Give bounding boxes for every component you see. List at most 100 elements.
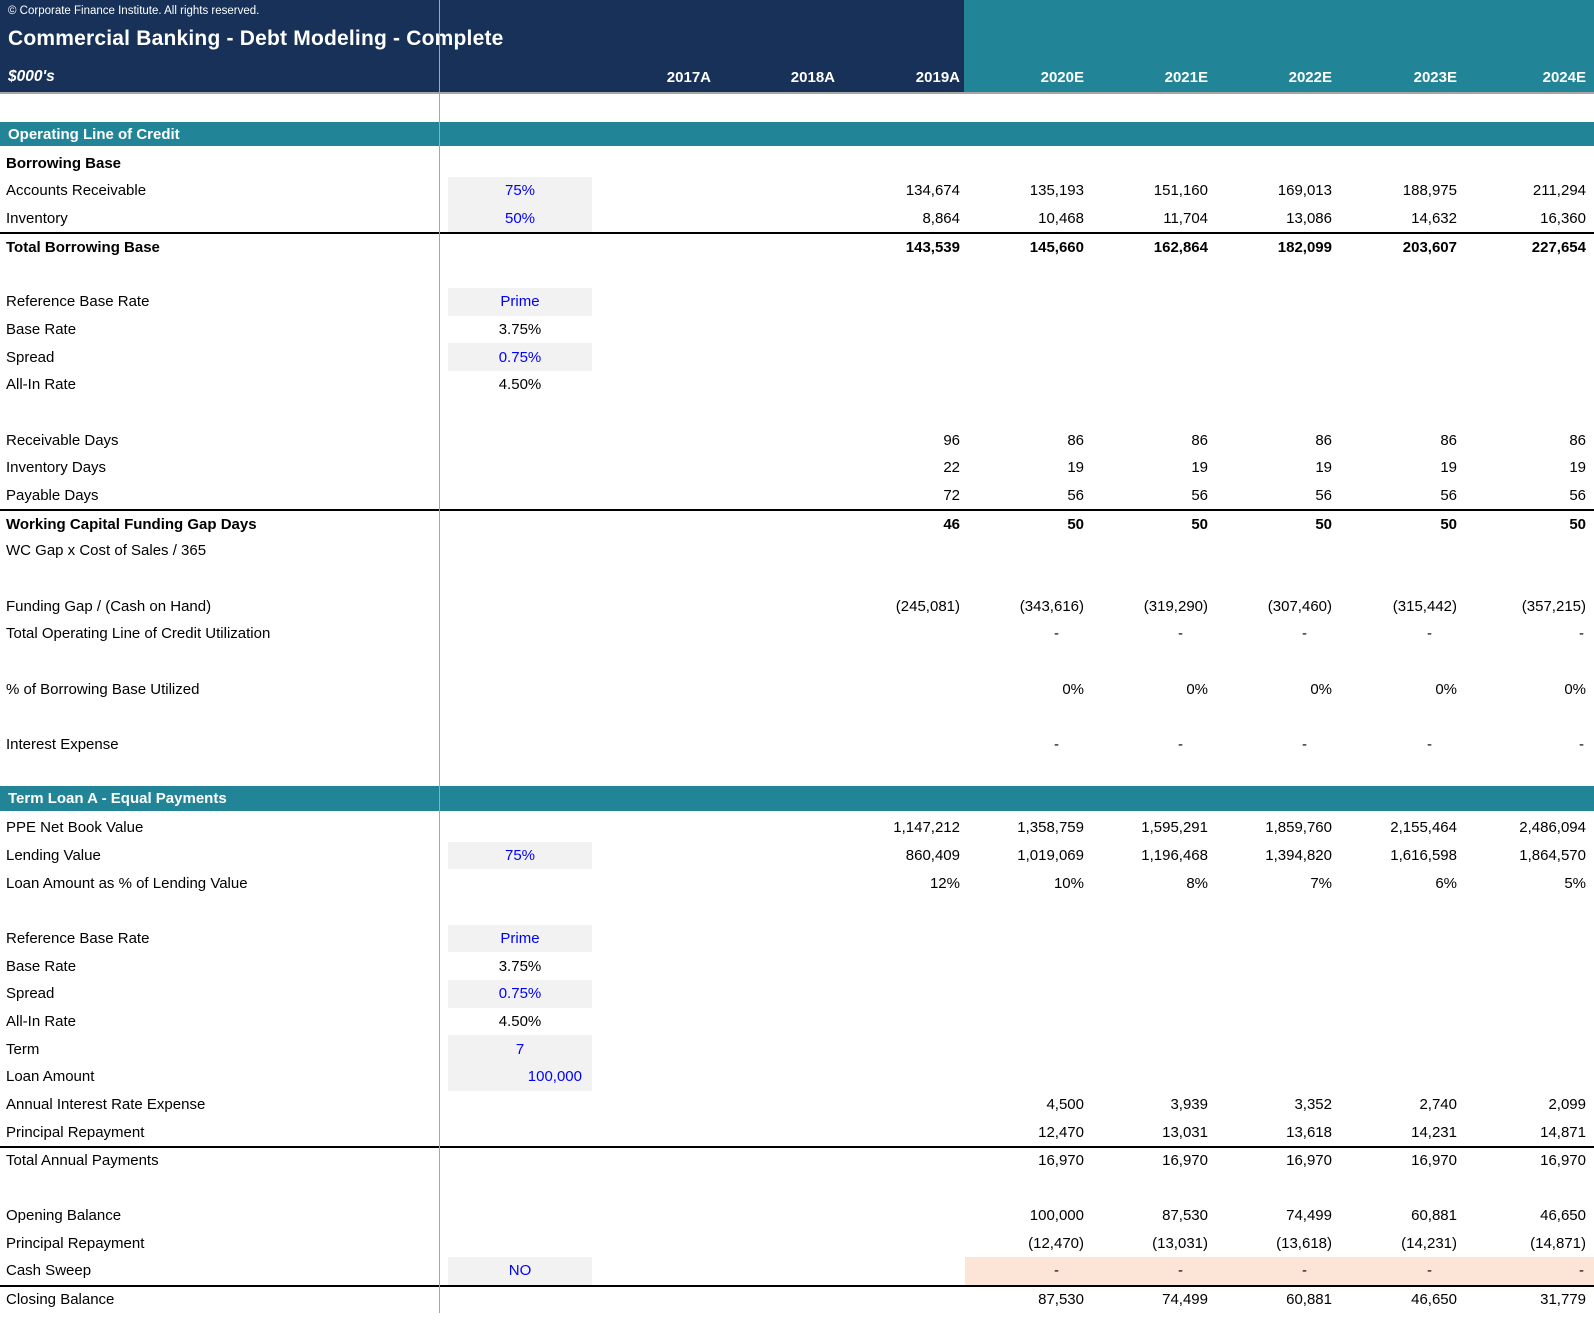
cell-spread-tla-2017A [592, 980, 716, 1008]
cell-loan-amount-2024E [1462, 1063, 1594, 1091]
cell-accounts-receivable-2024E: 211,294 [1462, 177, 1594, 205]
cell-wc-gap-x-cost-2018A [716, 537, 840, 565]
input-value-inventory[interactable]: 50% [448, 205, 592, 233]
cell-spread-tla-2024E [1462, 980, 1594, 1008]
cell-spacer-6-2021E [1089, 759, 1213, 787]
cell-spacer-5-2017A [592, 703, 716, 731]
cell-spacer-8-2022E [1213, 1174, 1337, 1202]
cell-spacer-5-2020E [965, 703, 1089, 731]
cell-pct-borrowing-base-utilized-2023E: 0% [1337, 675, 1462, 703]
label-all-in-rate-tla: All-In Rate [0, 1013, 440, 1030]
label-cash-sweep: Cash Sweep [0, 1262, 440, 1279]
input-cell-inventory: 50% [440, 205, 592, 233]
cell-spacer-top-2024E [1462, 94, 1594, 122]
cell-base-rate-tla-2018A [716, 952, 840, 980]
cell-inventory-days-2020E: 19 [965, 454, 1089, 482]
cell-spacer-5-2023E [1337, 703, 1462, 731]
row-spacer-7 [0, 897, 1594, 925]
input-cell-total-loc-utilization [440, 620, 592, 648]
label-column-divider [439, 0, 440, 1313]
cell-reference-base-rate-tla-2020E [965, 925, 1089, 953]
input-value-reference-base-rate-tla[interactable]: Prime [448, 925, 592, 953]
cell-base-rate-loc-2019A [840, 316, 965, 344]
label-total-annual-payments: Total Annual Payments [0, 1152, 440, 1169]
label-total-borrowing-base: Total Borrowing Base [0, 239, 440, 256]
cell-funding-gap-2017A [592, 592, 716, 620]
cell-spread-loc-2024E [1462, 343, 1594, 371]
input-value-accounts-receivable[interactable]: 75% [448, 177, 592, 205]
input-value-cash-sweep[interactable]: NO [448, 1257, 592, 1285]
input-value-lending-value[interactable]: 75% [448, 842, 592, 870]
row-interest-expense: Interest Expense----- [0, 731, 1594, 759]
input-cell-loan-amount: 100,000 [440, 1063, 592, 1091]
cell-borrowing-base-2020E [965, 149, 1089, 177]
cell-wc-funding-gap-days-2022E: 50 [1213, 511, 1337, 537]
cell-payable-days-2021E: 56 [1089, 482, 1213, 510]
year-col-2023E: 2023E [1337, 69, 1462, 86]
label-loan-amount: Loan Amount [0, 1068, 440, 1085]
cell-reference-base-rate-tla-2024E [1462, 925, 1594, 953]
cell-lending-value-2020E: 1,019,069 [965, 842, 1089, 870]
cell-principal-repayment-rollforward-2023E: (14,231) [1337, 1229, 1462, 1257]
cell-spacer-5-2019A [840, 703, 965, 731]
cell-accounts-receivable-2019A: 134,674 [840, 177, 965, 205]
cell-inventory-2017A [592, 205, 716, 233]
cell-ppe-net-book-value-2021E: 1,595,291 [1089, 814, 1213, 842]
cell-inventory-2022E: 13,086 [1213, 205, 1337, 233]
cell-spacer-5-2018A [716, 703, 840, 731]
cell-all-in-rate-loc-2017A [592, 371, 716, 399]
cell-principal-repayment-schedule-2021E: 13,031 [1089, 1118, 1213, 1146]
cell-reference-base-rate-loc-2020E [965, 288, 1089, 316]
cell-ppe-net-book-value-2019A: 1,147,212 [840, 814, 965, 842]
cell-all-in-rate-tla-2019A [840, 1008, 965, 1036]
cell-wc-gap-x-cost-2021E [1089, 537, 1213, 565]
cell-annual-interest-rate-expense-2023E: 2,740 [1337, 1091, 1462, 1119]
label-annual-interest-rate-expense: Annual Interest Rate Expense [0, 1096, 440, 1113]
cell-all-in-rate-tla-2020E [965, 1008, 1089, 1036]
cell-total-borrowing-base-2021E: 162,864 [1089, 234, 1213, 260]
cell-reference-base-rate-tla-2019A [840, 925, 965, 953]
cell-cash-sweep-2021E: - [1089, 1257, 1213, 1285]
cell-total-loc-utilization-2022E: - [1213, 620, 1337, 648]
cell-spacer-5-2021E [1089, 703, 1213, 731]
cell-annual-interest-rate-expense-2019A [840, 1091, 965, 1119]
label-funding-gap: Funding Gap / (Cash on Hand) [0, 598, 440, 615]
cell-annual-interest-rate-expense-2017A [592, 1091, 716, 1119]
cell-loan-amount-pct-of-lending-value-2024E: 5% [1462, 869, 1594, 897]
cell-wc-gap-x-cost-2017A [592, 537, 716, 565]
cell-spread-loc-2019A [840, 343, 965, 371]
input-value-term[interactable]: 7 [448, 1035, 592, 1063]
cell-term-2022E [1213, 1035, 1337, 1063]
input-value-reference-base-rate-loc[interactable]: Prime [448, 288, 592, 316]
label-base-rate-loc: Base Rate [0, 321, 440, 338]
cell-receivable-days-2022E: 86 [1213, 426, 1337, 454]
row-opening-balance: Opening Balance100,00087,53074,49960,881… [0, 1202, 1594, 1230]
cell-spacer-5-2024E [1462, 703, 1594, 731]
cell-inventory-days-2018A [716, 454, 840, 482]
row-base-rate-tla: Base Rate3.75% [0, 952, 1594, 980]
cell-spacer-6-2023E [1337, 759, 1462, 787]
cell-base-rate-loc-2023E [1337, 316, 1462, 344]
cell-principal-repayment-rollforward-2017A [592, 1229, 716, 1257]
cell-spread-loc-2023E [1337, 343, 1462, 371]
cell-inventory-2018A [716, 205, 840, 233]
cell-annual-interest-rate-expense-2021E: 3,939 [1089, 1091, 1213, 1119]
row-borrowing-base: Borrowing Base [0, 149, 1594, 177]
cell-principal-repayment-schedule-2020E: 12,470 [965, 1118, 1089, 1146]
input-value-spread-loc[interactable]: 0.75% [448, 343, 592, 371]
cell-spacer-8-2024E [1462, 1174, 1594, 1202]
cell-opening-balance-2022E: 74,499 [1213, 1202, 1337, 1230]
cell-total-annual-payments-2023E: 16,970 [1337, 1148, 1462, 1174]
cell-loan-amount-2017A [592, 1063, 716, 1091]
cell-cash-sweep-2020E: - [965, 1257, 1089, 1285]
input-value-loan-amount[interactable]: 100,000 [448, 1063, 592, 1091]
cell-base-rate-loc-2020E [965, 316, 1089, 344]
row-wc-gap-x-cost: WC Gap x Cost of Sales / 365 [0, 537, 1594, 565]
cell-interest-expense-2021E: - [1089, 731, 1213, 759]
cell-base-rate-loc-2021E [1089, 316, 1213, 344]
input-value-spread-tla[interactable]: 0.75% [448, 980, 592, 1008]
cell-principal-repayment-schedule-2022E: 13,618 [1213, 1118, 1337, 1146]
cell-spacer-4-2023E [1337, 648, 1462, 676]
input-cell-base-rate-loc: 3.75% [440, 316, 592, 344]
row-funding-gap: Funding Gap / (Cash on Hand)(245,081)(34… [0, 592, 1594, 620]
